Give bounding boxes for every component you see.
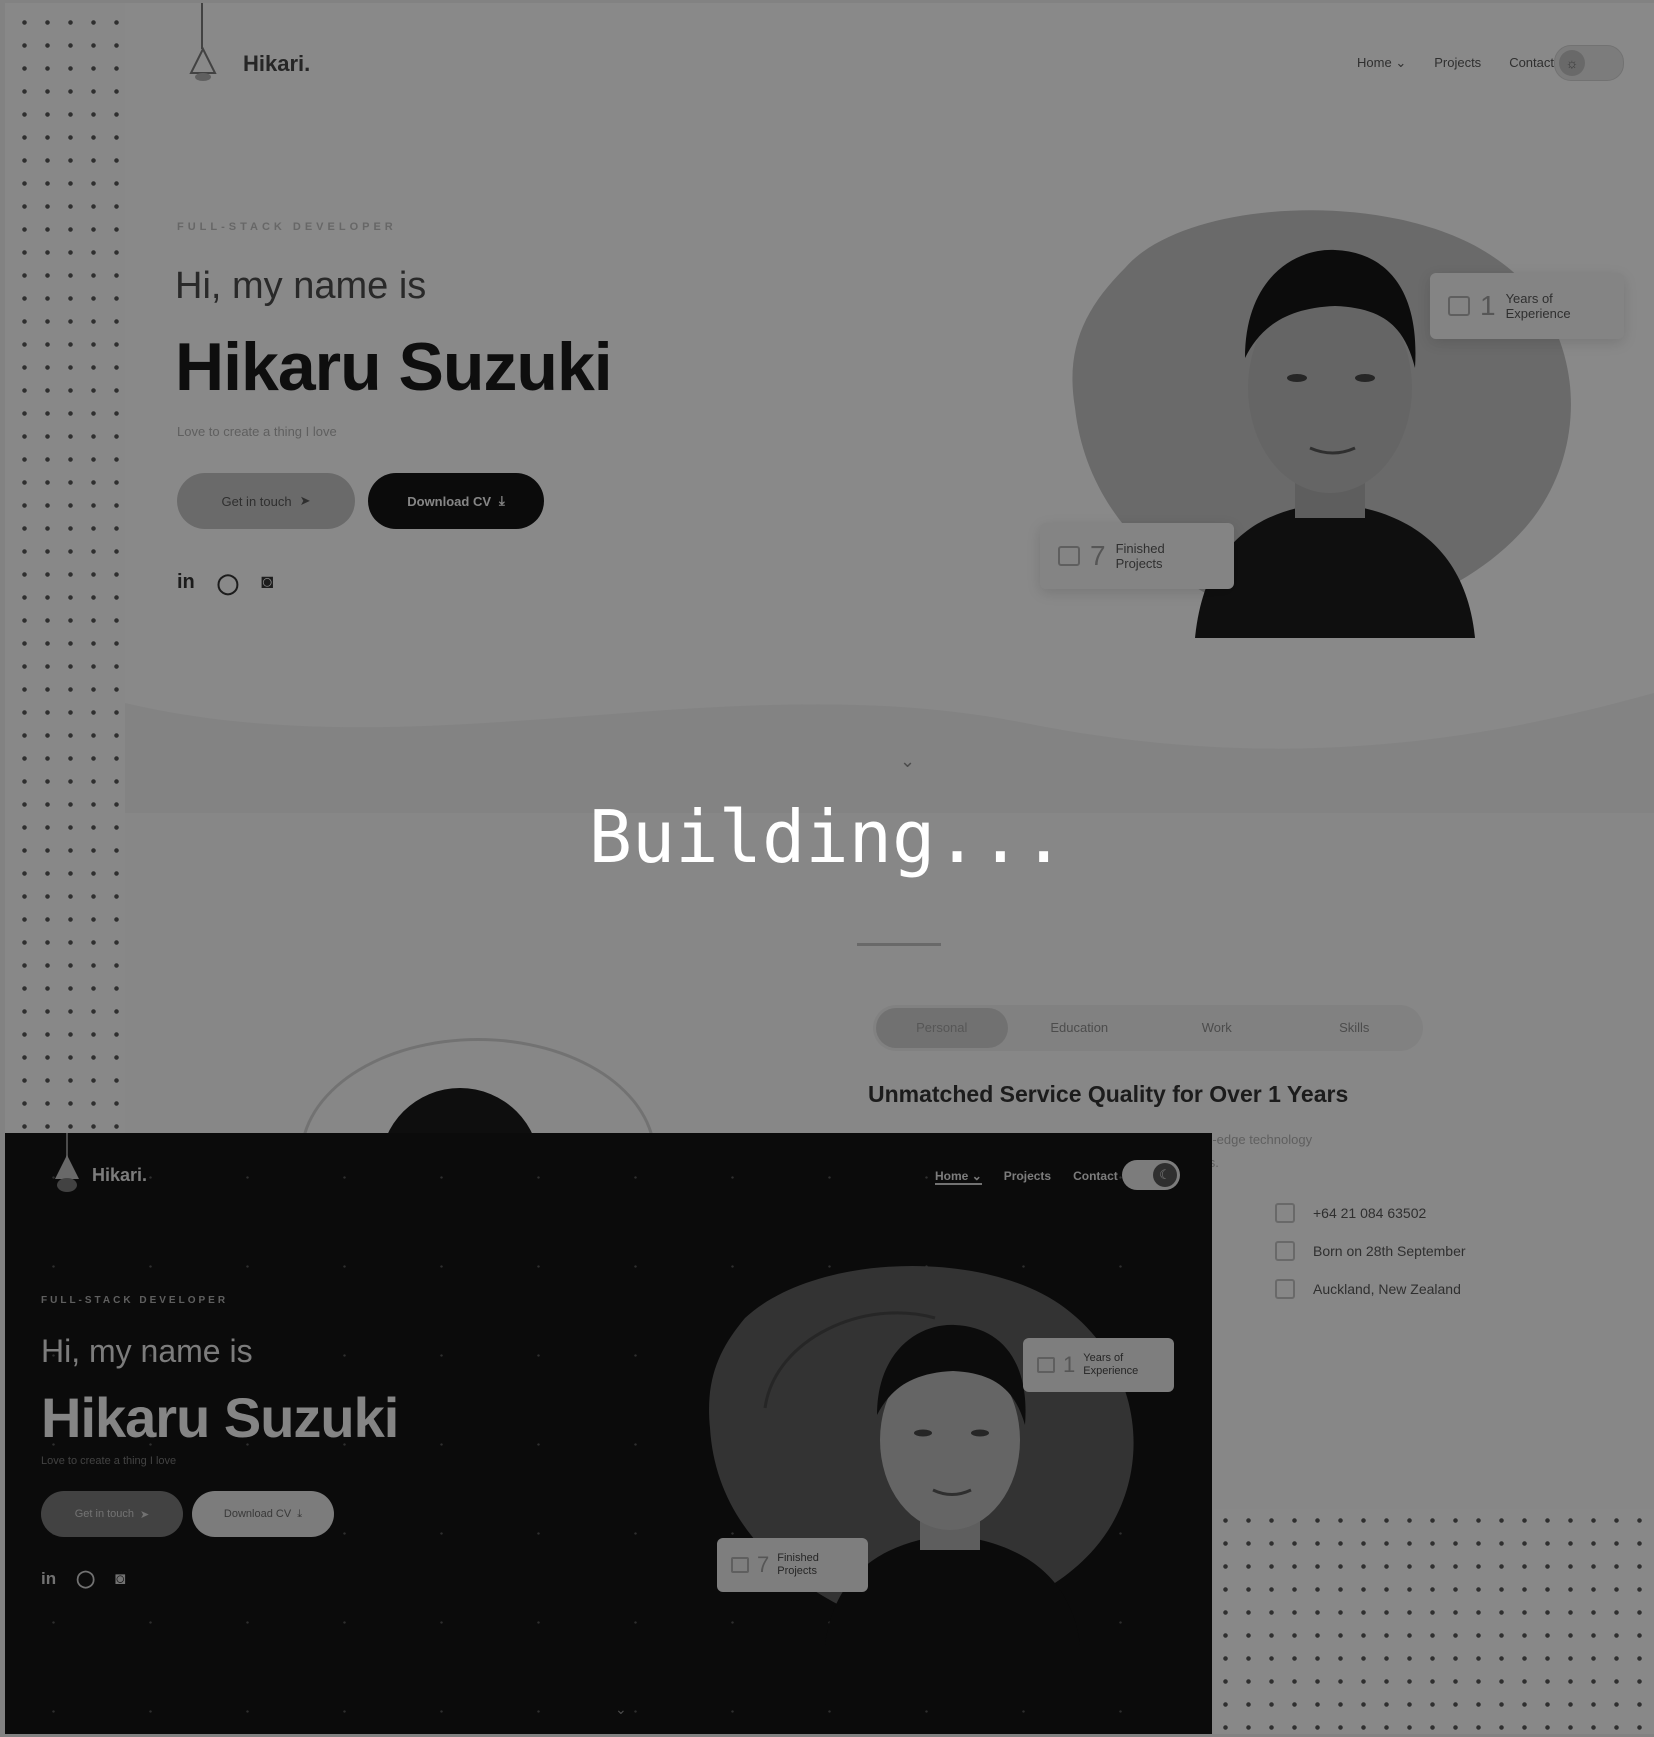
building-status-text: Building...: [588, 795, 1066, 879]
